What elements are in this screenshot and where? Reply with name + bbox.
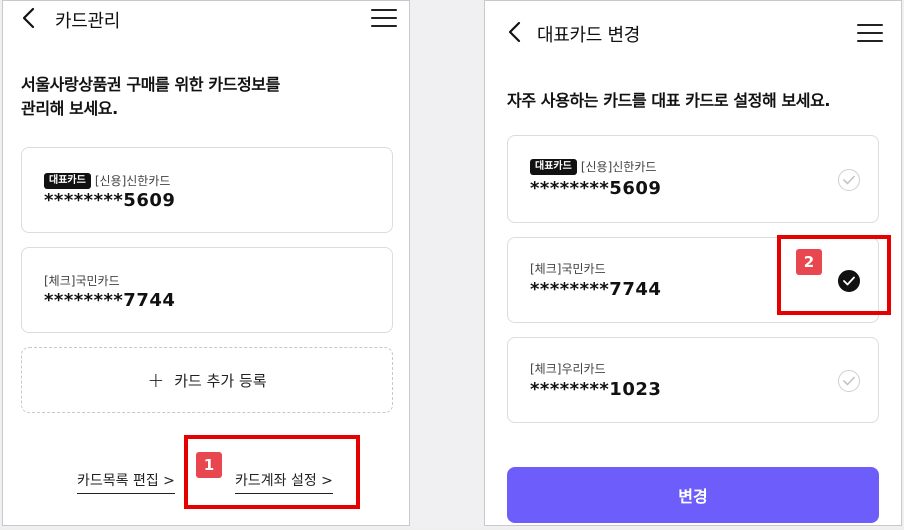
card-management-screen: 카드관리 서울사랑상품권 구매를 위한 카드정보를 관리해 보세요. 대표카드 … xyxy=(2,0,410,526)
card-option-woori[interactable]: [체크]우리카드 ********1023 xyxy=(507,337,879,423)
card-number: ********1023 xyxy=(530,379,662,400)
card-name: [체크]국민카드 xyxy=(44,274,120,288)
back-arrow-icon[interactable] xyxy=(21,7,37,29)
hamburger-menu-icon[interactable] xyxy=(371,9,397,29)
add-card-label: 카드 추가 등록 xyxy=(174,371,267,390)
annotation-number-tag: 1 xyxy=(196,452,222,478)
annotation-number-tag: 2 xyxy=(796,249,822,275)
card-item-kookmin[interactable]: [체크]국민카드 ********7744 xyxy=(21,247,393,333)
card-name: [신용]신한카드 xyxy=(94,174,171,188)
change-button[interactable]: 변경 xyxy=(507,467,879,523)
card-name: [체크]우리카드 xyxy=(530,362,606,376)
representative-badge: 대표카드 xyxy=(530,158,577,175)
add-card-button[interactable]: + 카드 추가 등록 xyxy=(21,347,393,413)
card-name: [체크]국민카드 xyxy=(530,262,606,276)
card-number: ********7744 xyxy=(530,279,662,300)
card-number: ********7744 xyxy=(44,290,176,311)
card-number: ********5609 xyxy=(530,178,662,199)
hamburger-menu-icon[interactable] xyxy=(857,24,883,44)
page-title: 카드관리 xyxy=(55,11,121,32)
page-title: 대표카드 변경 xyxy=(537,25,640,46)
intro-text: 자주 사용하는 카드를 대표 카드로 설정해 보세요. xyxy=(507,91,831,110)
card-name: [신용]신한카드 xyxy=(580,160,657,174)
intro-text: 서울사랑상품권 구매를 위한 카드정보를 관리해 보세요. xyxy=(21,73,280,121)
card-option-shinhan[interactable]: 대표카드 [신용]신한카드 ********5609 xyxy=(507,135,879,223)
intro-line-2: 관리해 보세요. xyxy=(21,99,118,118)
annotation-highlight-box xyxy=(777,235,891,315)
header: 대표카드 변경 xyxy=(485,1,901,46)
intro-line-1: 서울사랑상품권 구매를 위한 카드정보를 xyxy=(21,75,280,94)
edit-card-list-link[interactable]: 카드목록 편집 > xyxy=(77,470,175,494)
card-item-shinhan[interactable]: 대표카드 [신용]신한카드 ********5609 xyxy=(21,147,393,233)
representative-badge: 대표카드 xyxy=(44,172,91,189)
card-number: ********5609 xyxy=(44,190,176,211)
change-representative-card-screen: 대표카드 변경 자주 사용하는 카드를 대표 카드로 설정해 보세요. 대표카드… xyxy=(484,0,902,526)
check-circle-icon[interactable] xyxy=(838,370,860,392)
check-circle-icon[interactable] xyxy=(838,169,860,191)
back-arrow-icon[interactable] xyxy=(507,21,523,43)
header: 카드관리 xyxy=(3,1,409,41)
plus-icon: + xyxy=(147,368,165,392)
